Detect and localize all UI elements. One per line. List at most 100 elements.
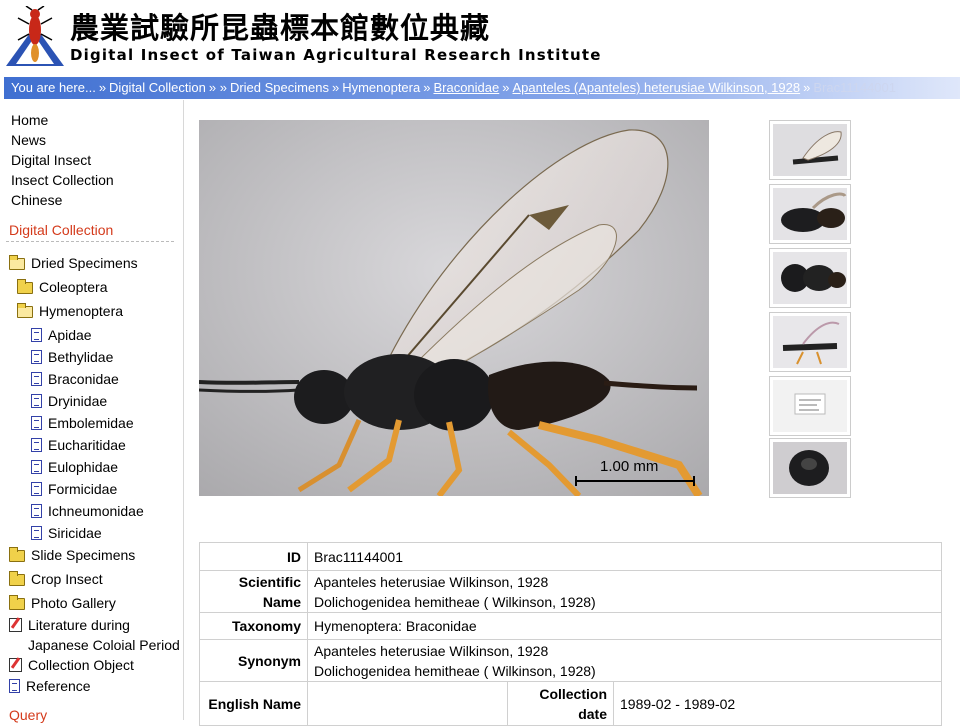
nav-insect-collection[interactable]: Insect Collection	[11, 172, 114, 188]
tree-item-formicidae[interactable]: Formicidae	[31, 481, 117, 497]
info-row-scientific-name: Scientific Name Apanteles heterusiae Wilk…	[199, 570, 942, 613]
tree-item-ichneumonidae[interactable]: Ichneumonidae	[31, 503, 144, 519]
document-icon	[31, 438, 42, 452]
tree-label: Bethylidae	[48, 349, 114, 365]
breadcrumb-current: Brac11144001	[813, 80, 896, 95]
folder-open-icon	[17, 303, 33, 318]
label-taxonomy: Taxonomy	[199, 612, 308, 640]
tree-item-dryinidae[interactable]: Dryinidae	[31, 393, 107, 409]
thumbnail-6[interactable]	[769, 438, 851, 498]
tree-label: Formicidae	[48, 481, 118, 497]
document-icon	[31, 504, 42, 518]
value-line: Apanteles heterusiae Wilkinson, 1928	[314, 642, 549, 659]
thumbnail-2[interactable]	[769, 184, 851, 244]
document-icon	[31, 328, 42, 342]
label-line: Name	[262, 593, 301, 610]
tree-item-eulophidae[interactable]: Eulophidae	[31, 459, 118, 475]
nav-digital-insect[interactable]: Digital Insect	[11, 152, 91, 168]
tree-label: Collection Object	[28, 657, 134, 673]
breadcrumb-braconidae[interactable]: Braconidae	[433, 80, 499, 95]
document-icon	[31, 372, 42, 386]
tree-item-crop-insect[interactable]: Crop Insect	[9, 571, 103, 587]
site-title-english: Digital Insect of Taiwan Agricultural Re…	[70, 46, 602, 64]
tree-label: Dryinidae	[48, 393, 108, 409]
tree-label: Hymenoptera	[39, 303, 124, 319]
tree-label: Apidae	[48, 327, 92, 343]
tree-item-literature[interactable]: Literature during	[9, 617, 130, 633]
breadcrumb-dried-specimens[interactable]: Dried Specimens	[230, 80, 329, 95]
label-line: date	[578, 705, 607, 722]
folder-icon	[17, 279, 33, 294]
document-icon	[31, 460, 42, 474]
specimen-main-photo[interactable]	[199, 120, 709, 496]
label-id: ID	[199, 542, 308, 571]
thumbnail-3[interactable]	[769, 248, 851, 308]
literature-icon	[9, 618, 22, 632]
tree-label: Ichneumonidae	[48, 503, 144, 519]
tree-label: Dried Specimens	[31, 255, 138, 271]
tree-label: Eucharitidae	[48, 437, 126, 453]
thumbnail-1[interactable]	[769, 120, 851, 180]
value-synonym: Apanteles heterusiae Wilkinson, 1928 Doli…	[307, 639, 942, 682]
tree-item-coleoptera[interactable]: Coleoptera	[17, 279, 108, 295]
tree-item-eucharitidae[interactable]: Eucharitidae	[31, 437, 126, 453]
tree-label: Reference	[26, 678, 91, 694]
tree-label: Crop Insect	[31, 571, 103, 587]
document-icon	[31, 394, 42, 408]
tree-label: Photo Gallery	[31, 595, 116, 611]
info-row-english-name: English Name Collection date 1989-02 - 19…	[199, 681, 942, 726]
tree-item-braconidae[interactable]: Braconidae	[31, 371, 119, 387]
value-line: Apanteles heterusiae Wilkinson, 1928	[314, 573, 549, 590]
section-title-digital-collection: Digital Collection	[9, 222, 114, 238]
folder-icon	[9, 571, 25, 586]
value-collection-date: 1989-02 - 1989-02	[613, 681, 942, 726]
tree-label: Braconidae	[48, 371, 119, 387]
value-scientific-name: Apanteles heterusiae Wilkinson, 1928 Doli…	[307, 570, 942, 613]
document-icon	[31, 482, 42, 496]
tree-item-dried-specimens[interactable]: Dried Specimens	[9, 255, 138, 271]
tree-item-embolemidae[interactable]: Embolemidae	[31, 415, 134, 431]
folder-open-icon	[9, 255, 25, 270]
label-line: Collection	[539, 685, 607, 702]
site-header: 農業試驗所昆蟲標本館數位典藏 Digital Insect of Taiwan …	[0, 0, 960, 76]
thumbnail-4[interactable]	[769, 312, 851, 372]
tree-item-siricidae[interactable]: Siricidae	[31, 525, 102, 541]
tree-item-reference[interactable]: Reference	[9, 678, 91, 694]
nav-chinese[interactable]: Chinese	[11, 192, 62, 208]
insect-logo-icon[interactable]	[4, 6, 66, 68]
nav-home[interactable]: Home	[11, 112, 48, 128]
tree-item-collection-object[interactable]: Collection Object	[9, 657, 134, 673]
tree-item-photo-gallery[interactable]: Photo Gallery	[9, 595, 116, 611]
document-icon	[31, 416, 42, 430]
collection-object-icon	[9, 658, 22, 672]
folder-icon	[9, 547, 25, 562]
tree-label: Slide Specimens	[31, 547, 136, 563]
value-id: Brac11144001	[307, 542, 942, 571]
info-row-synonym: Synonym Apanteles heterusiae Wilkinson, …	[199, 639, 942, 682]
info-row-id: ID Brac11144001	[199, 542, 942, 571]
tree-label: Literature during	[28, 617, 130, 633]
reference-icon	[9, 679, 20, 693]
tree-item-literature-line2[interactable]: Japanese Coloial Period	[28, 637, 180, 653]
nav-news[interactable]: News	[11, 132, 46, 148]
divider	[6, 241, 174, 242]
scale-bar	[575, 476, 695, 486]
tree-item-hymenoptera[interactable]: Hymenoptera	[17, 303, 123, 319]
section-title-query[interactable]: Query	[9, 707, 47, 723]
breadcrumb-hymenoptera[interactable]: Hymenoptera	[342, 80, 420, 95]
tree-item-bethylidae[interactable]: Bethylidae	[31, 349, 113, 365]
breadcrumb-species[interactable]: Apanteles (Apanteles) heterusiae Wilkins…	[512, 80, 800, 95]
label-english-name: English Name	[199, 681, 308, 726]
label-collection-date: Collection date	[507, 681, 614, 726]
document-icon	[31, 526, 42, 540]
tree-item-apidae[interactable]: Apidae	[31, 327, 92, 343]
thumbnail-5-label[interactable]	[769, 376, 851, 436]
tree-item-slide-specimens[interactable]: Slide Specimens	[9, 547, 135, 563]
folder-icon	[9, 595, 25, 610]
scale-label: 1.00 mm	[600, 458, 659, 475]
specimen-info-table: ID Brac11144001 Scientific Name Apanteles…	[199, 542, 942, 726]
label-line: Scientific	[238, 573, 301, 590]
tree-label: Siricidae	[48, 525, 102, 541]
value-line: Dolichogenidea hemitheae ( Wilkinson, 19…	[314, 593, 596, 610]
breadcrumb-digital-collection[interactable]: Digital Collection	[109, 80, 206, 95]
